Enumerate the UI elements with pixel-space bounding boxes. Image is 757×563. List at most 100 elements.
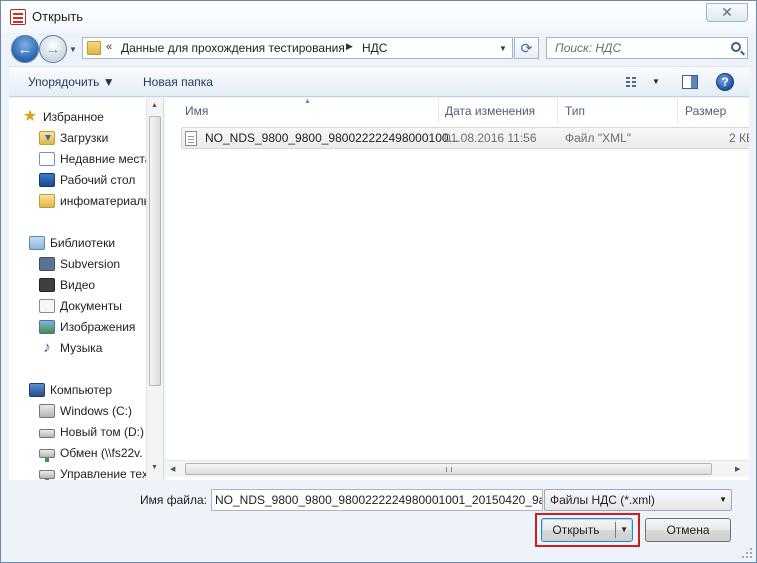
- column-header-date[interactable]: Дата изменения: [445, 104, 535, 118]
- libraries-icon: [29, 236, 45, 250]
- sidebar-item-label: Изображения: [60, 320, 136, 334]
- preview-pane-icon[interactable]: [682, 75, 698, 89]
- scroll-up-icon[interactable]: ▲: [151, 102, 158, 109]
- scrollbar-thumb[interactable]: [185, 463, 712, 475]
- filename-input[interactable]: [211, 489, 543, 511]
- refresh-button[interactable]: ⟳: [514, 37, 539, 59]
- downloads-folder-icon: [39, 131, 55, 145]
- address-bar[interactable]: « Данные для прохождения тестирования ▶ …: [82, 37, 513, 59]
- network-drive-icon: [39, 469, 55, 480]
- file-name: NO_NDS_9800_9800_980022222498000100...: [205, 131, 459, 145]
- sidebar-item-drive-d[interactable]: Новый том (D:): [39, 422, 144, 442]
- sidebar-item-drive-c[interactable]: Windows (C:): [39, 401, 132, 421]
- video-library-icon: [39, 278, 55, 292]
- horizontal-scrollbar[interactable]: ◀ ▶: [165, 460, 749, 477]
- star-icon: ★: [22, 108, 38, 125]
- close-icon: ✕: [721, 4, 733, 20]
- sidebar-item-network-management[interactable]: Управление тех: [39, 464, 148, 480]
- address-segment[interactable]: Данные для прохождения тестирования: [121, 41, 345, 55]
- address-dropdown-icon[interactable]: ▼: [496, 40, 510, 56]
- file-row[interactable]: NO_NDS_9800_9800_980022222498000100... 0…: [181, 127, 749, 149]
- scrollbar-thumb[interactable]: [149, 116, 161, 386]
- open-button[interactable]: Открыть ▼: [541, 518, 633, 542]
- sidebar-item-label: Рабочий стол: [60, 173, 136, 187]
- sidebar-group-computer[interactable]: Компьютер: [29, 380, 112, 400]
- sidebar-item-pictures[interactable]: Изображения: [39, 317, 135, 337]
- view-options-dropdown[interactable]: ▼: [652, 77, 660, 86]
- back-arrow-icon: ←: [17, 40, 33, 58]
- windows-drive-icon: [39, 404, 55, 418]
- back-button[interactable]: ←: [11, 35, 39, 63]
- sidebar-item-desktop[interactable]: Рабочий стол: [39, 170, 135, 190]
- subversion-library-icon: [39, 257, 55, 271]
- documents-library-icon: [39, 299, 55, 313]
- xml-file-icon: [185, 131, 197, 146]
- recent-locations-dropdown[interactable]: ▼: [69, 45, 77, 54]
- search-box[interactable]: [546, 37, 748, 59]
- forward-button[interactable]: →: [39, 35, 67, 63]
- file-type-filter-value: Файлы НДС (*.xml): [550, 493, 655, 507]
- sidebar-item-label: Новый том (D:): [60, 425, 144, 439]
- sidebar-item-label: Управление тех: [60, 467, 148, 480]
- close-button[interactable]: ✕: [706, 3, 748, 22]
- column-divider[interactable]: [438, 98, 439, 123]
- help-icon[interactable]: ?: [716, 73, 734, 91]
- sidebar-item-label: Документы: [60, 299, 122, 313]
- sidebar-item-label: инфоматериалы: [60, 194, 153, 208]
- sidebar-group-libraries[interactable]: Библиотеки: [29, 233, 115, 253]
- recent-places-icon: [39, 152, 55, 166]
- command-bar: Упорядочить ▼ Новая папка ▼ ?: [9, 66, 749, 97]
- chevron-down-icon: ▼: [719, 495, 727, 504]
- sidebar-item-recent-places[interactable]: Недавние места: [39, 149, 151, 169]
- column-header-type[interactable]: Тип: [565, 104, 585, 118]
- address-separator-icon[interactable]: ▶: [346, 41, 353, 52]
- sidebar-item-label: Видео: [60, 278, 96, 292]
- sidebar-group-label: Библиотеки: [50, 236, 116, 250]
- pictures-library-icon: [39, 320, 55, 334]
- navigation-pane: ★ Избранное Загрузки Недавние места Рабо…: [9, 98, 164, 480]
- column-header-name[interactable]: Имя: [185, 104, 208, 118]
- sidebar-item-label: Windows (C:): [60, 404, 133, 418]
- sidebar-item-documents[interactable]: Документы: [39, 296, 122, 316]
- cancel-button[interactable]: Отмена: [645, 518, 731, 542]
- sidebar-item-network-share[interactable]: Обмен (\\fs22v.: [39, 443, 143, 463]
- open-options-dropdown-icon[interactable]: ▼: [620, 525, 628, 534]
- scroll-left-icon[interactable]: ◀: [170, 465, 175, 473]
- sidebar-item-downloads[interactable]: Загрузки: [39, 128, 108, 148]
- column-divider[interactable]: [557, 98, 558, 123]
- sidebar-item-label: Загрузки: [60, 131, 109, 145]
- window-title: Открыть: [32, 9, 84, 24]
- sidebar-item-subversion[interactable]: Subversion: [39, 254, 120, 274]
- file-list: ▲ Имя Дата изменения Тип Размер NO_NDS_9…: [165, 98, 749, 480]
- filename-label: Имя файла:: [140, 493, 207, 507]
- column-divider[interactable]: [677, 98, 678, 123]
- organize-button[interactable]: Упорядочить ▼: [28, 75, 115, 89]
- search-icon[interactable]: [731, 42, 741, 52]
- music-library-icon: ♪: [43, 339, 51, 356]
- resize-grip-icon[interactable]: [742, 548, 752, 558]
- refresh-icon: ⟳: [520, 39, 533, 56]
- forward-arrow-icon: →: [45, 40, 61, 58]
- sidebar-item-infomaterials[interactable]: инфоматериалы: [39, 191, 152, 211]
- desktop-icon: [39, 173, 55, 187]
- address-overflow[interactable]: «: [106, 41, 112, 53]
- sidebar-item-video[interactable]: Видео: [39, 275, 95, 295]
- sidebar-item-music[interactable]: ♪ Музыка: [39, 338, 102, 358]
- change-view-icon[interactable]: [626, 76, 640, 88]
- folder-icon: [39, 194, 55, 208]
- file-size: 2 КБ: [729, 131, 749, 145]
- scroll-down-icon[interactable]: ▼: [151, 464, 158, 471]
- file-type-filter[interactable]: Файлы НДС (*.xml) ▼: [544, 489, 732, 511]
- sidebar-group-favorites[interactable]: ★ Избранное: [22, 107, 104, 127]
- sidebar-item-label: Недавние места: [60, 152, 152, 166]
- sidebar-item-label: Subversion: [60, 257, 121, 271]
- search-input[interactable]: [547, 38, 727, 58]
- column-header-row: ▲ Имя Дата изменения Тип Размер: [165, 98, 749, 123]
- new-folder-button[interactable]: Новая папка: [143, 75, 213, 89]
- column-header-size[interactable]: Размер: [685, 104, 726, 118]
- split-divider: [615, 522, 616, 538]
- address-segment[interactable]: НДС: [362, 41, 387, 55]
- scroll-right-icon[interactable]: ▶: [735, 465, 740, 473]
- file-date: 01.08.2016 11:56: [444, 131, 537, 145]
- sidebar-scrollbar[interactable]: ▲ ▼: [146, 98, 163, 480]
